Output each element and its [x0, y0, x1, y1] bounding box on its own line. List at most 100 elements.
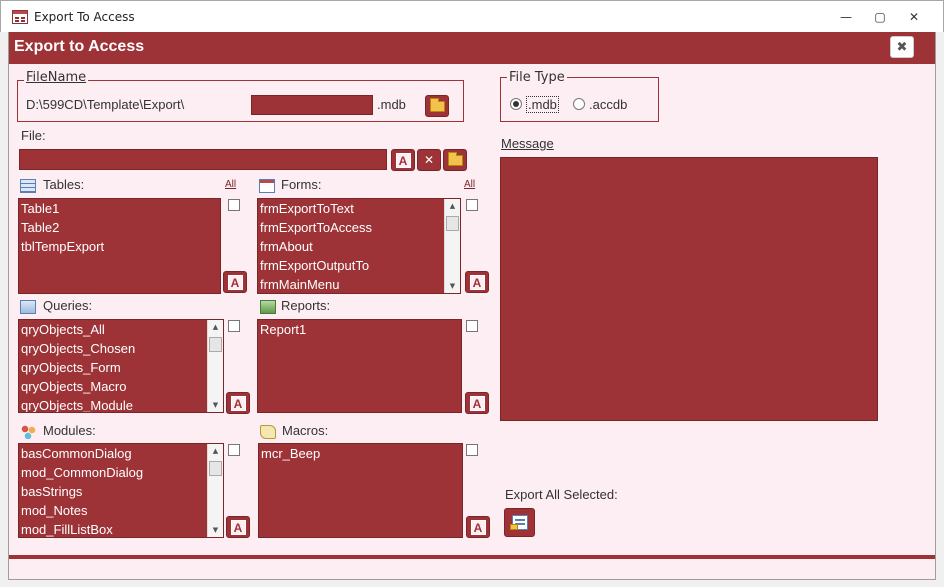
form-title: Export to Access — [14, 38, 145, 55]
form-footer — [9, 559, 935, 579]
access-icon: A — [227, 274, 243, 290]
scroll-thumb[interactable] — [209, 461, 222, 476]
folder-icon — [447, 151, 463, 166]
radio-mdb-label[interactable]: .mdb — [526, 96, 559, 113]
export-modules-button[interactable]: A — [226, 516, 250, 538]
form-icon — [259, 179, 275, 193]
list-item[interactable]: Table1 — [19, 199, 220, 218]
list-item[interactable]: frmMainMenu — [258, 275, 460, 293]
modules-listbox[interactable]: basCommonDialog mod_CommonDialog basStri… — [18, 443, 224, 538]
forms-listbox[interactable]: frmExportToText frmExportToAccess frmAbo… — [257, 198, 461, 294]
export-all-button[interactable] — [504, 508, 535, 537]
access-form-icon — [12, 10, 28, 24]
browse-folder-button[interactable] — [425, 95, 449, 117]
file-label: File: — [21, 128, 46, 143]
filename-extension: .mdb — [377, 97, 406, 112]
query-icon — [20, 300, 36, 314]
export-all-label: Export All Selected: — [505, 487, 618, 502]
list-item[interactable]: qryObjects_Module — [19, 396, 223, 412]
list-item[interactable]: qryObjects_All — [19, 320, 223, 339]
scroll-thumb[interactable] — [446, 216, 459, 231]
macros-select-all-checkbox[interactable] — [466, 444, 478, 456]
radio-mdb[interactable] — [510, 98, 522, 110]
form-close-button[interactable]: ✖ — [890, 36, 914, 58]
filename-input[interactable] — [251, 95, 373, 115]
access-icon: A — [230, 519, 246, 535]
reports-listbox[interactable]: Report1 — [257, 319, 462, 413]
access-icon: A — [470, 519, 486, 535]
list-item[interactable]: basCommonDialog — [19, 444, 223, 463]
forms-select-all-checkbox[interactable] — [466, 199, 478, 211]
radio-accdb[interactable] — [573, 98, 585, 110]
scroll-up-icon[interactable]: ▲ — [208, 320, 223, 334]
window-title: Export To Access — [34, 10, 135, 24]
access-icon: A — [230, 395, 246, 411]
message-label: Message — [501, 136, 554, 151]
export-macros-button[interactable]: A — [466, 516, 490, 538]
list-item[interactable]: frmExportOutputTo — [258, 256, 460, 275]
export-forms-button[interactable]: A — [465, 271, 489, 293]
reports-select-all-checkbox[interactable] — [466, 320, 478, 332]
list-item[interactable]: mod_FillListBox — [19, 520, 223, 537]
radio-accdb-label[interactable]: .accdb — [589, 97, 627, 112]
forms-scrollbar[interactable]: ▲ ▼ — [444, 199, 460, 293]
file-input[interactable] — [19, 149, 387, 170]
list-item[interactable]: frmExportToText — [258, 199, 460, 218]
filetype-legend: File Type — [507, 70, 567, 85]
scroll-down-icon[interactable]: ▼ — [208, 398, 223, 412]
list-item[interactable]: qryObjects_Form — [19, 358, 223, 377]
access-icon: A — [469, 274, 485, 290]
list-item[interactable]: Table2 — [19, 218, 220, 237]
queries-label: Queries: — [43, 298, 93, 313]
maximize-button[interactable]: ▢ — [866, 6, 894, 28]
list-item[interactable]: basStrings — [19, 482, 223, 501]
report-icon — [260, 300, 276, 314]
reports-label: Reports: — [281, 298, 331, 313]
export-tables-button[interactable]: A — [223, 271, 247, 293]
scroll-up-icon[interactable]: ▲ — [208, 444, 223, 458]
queries-scrollbar[interactable]: ▲ ▼ — [207, 320, 223, 412]
list-item[interactable]: tblTempExport — [19, 237, 220, 256]
close-window-button[interactable]: ✕ — [900, 6, 928, 28]
queries-select-all-checkbox[interactable] — [228, 320, 240, 332]
clear-file-button[interactable]: ✕ — [417, 149, 441, 171]
table-icon — [20, 179, 36, 193]
modules-scrollbar[interactable]: ▲ ▼ — [207, 444, 223, 537]
module-icon — [21, 425, 37, 439]
forms-label: Forms: — [281, 177, 322, 192]
message-box[interactable] — [500, 157, 878, 421]
export-queries-button[interactable]: A — [226, 392, 250, 414]
list-item[interactable]: qryObjects_Macro — [19, 377, 223, 396]
list-item[interactable]: frmExportToAccess — [258, 218, 460, 237]
list-item[interactable]: qryObjects_Chosen — [19, 339, 223, 358]
forms-all-link[interactable]: All — [464, 179, 475, 190]
export-path: D:\599CD\Template\Export\ — [26, 97, 185, 112]
export-icon — [509, 515, 528, 530]
scroll-down-icon[interactable]: ▼ — [208, 523, 223, 537]
list-item[interactable]: mcr_Beep — [259, 444, 462, 463]
access-icon: A — [395, 152, 411, 168]
scroll-thumb[interactable] — [209, 337, 222, 352]
scroll-up-icon[interactable]: ▲ — [445, 199, 460, 213]
folder-icon — [429, 97, 445, 112]
minimize-button[interactable]: — — [832, 6, 860, 28]
macro-icon — [260, 425, 276, 439]
list-item[interactable]: mod_Notes — [19, 501, 223, 520]
export-reports-button[interactable]: A — [465, 392, 489, 414]
tables-select-all-checkbox[interactable] — [228, 199, 240, 211]
modules-select-all-checkbox[interactable] — [228, 444, 240, 456]
queries-listbox[interactable]: qryObjects_All qryObjects_Chosen qryObje… — [18, 319, 224, 413]
tables-label: Tables: — [43, 177, 85, 192]
tables-all-link[interactable]: All — [225, 179, 236, 190]
list-item[interactable]: Report1 — [258, 320, 461, 339]
tables-listbox[interactable]: Table1 Table2 tblTempExport — [18, 198, 221, 294]
browse-file-button[interactable] — [443, 149, 467, 171]
list-item[interactable]: mod_CommonDialog — [19, 463, 223, 482]
scroll-down-icon[interactable]: ▼ — [445, 279, 460, 293]
file-access-button[interactable]: A — [391, 149, 415, 171]
access-icon: A — [469, 395, 485, 411]
macros-listbox[interactable]: mcr_Beep — [258, 443, 463, 538]
form-header — [9, 32, 935, 64]
list-item[interactable]: frmAbout — [258, 237, 460, 256]
macros-label: Macros: — [282, 423, 329, 438]
